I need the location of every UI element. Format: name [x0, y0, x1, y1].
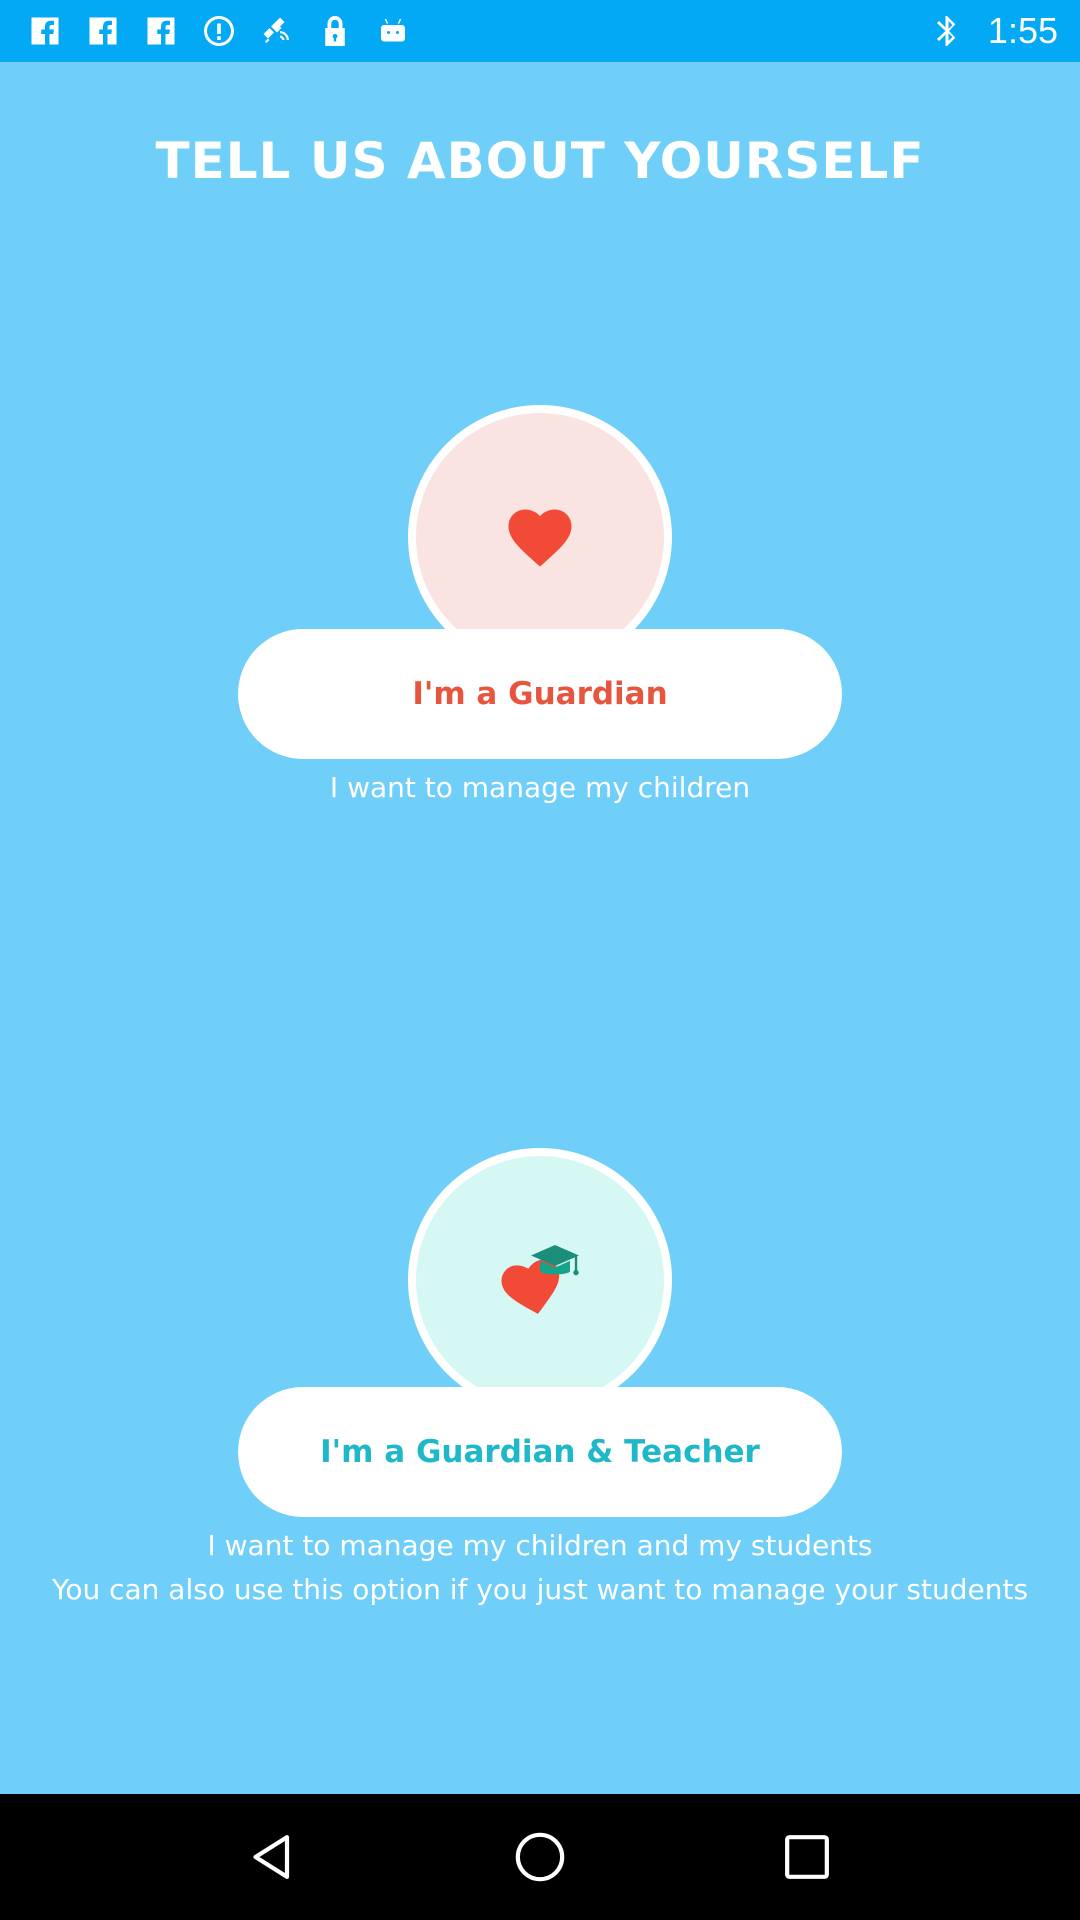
page-title: TELL US ABOUT YOURSELF — [155, 132, 925, 190]
satellite-fake-gps-icon — [258, 12, 296, 50]
guardian-teacher-icon-background — [416, 1156, 664, 1404]
alert-icon — [200, 12, 238, 50]
guardian-icon-background — [416, 413, 664, 661]
navigation-bar — [0, 1794, 1080, 1920]
back-icon[interactable] — [228, 1812, 318, 1902]
guardian-teacher-button[interactable]: I'm a Guardian & Teacher — [238, 1387, 842, 1517]
home-icon[interactable] — [495, 1812, 585, 1902]
status-time: 1:55 — [987, 10, 1058, 51]
android-icon — [374, 12, 412, 50]
recents-icon[interactable] — [762, 1812, 852, 1902]
lock-icon — [316, 12, 354, 50]
guardian-description: I want to manage my children — [0, 766, 1080, 810]
facebook-icon — [142, 12, 180, 50]
guardian-description-line: I want to manage my children — [329, 771, 751, 804]
bluetooth-icon — [928, 12, 966, 50]
facebook-icon — [84, 12, 122, 50]
status-right-icons: 1:55 — [928, 10, 1058, 52]
guardian-button[interactable]: I'm a Guardian — [238, 629, 842, 759]
facebook-icon — [26, 12, 64, 50]
guardian-teacher-description-line: I want to manage my children and my stud… — [207, 1529, 873, 1562]
heart-graduation-cap-icon — [498, 1238, 582, 1322]
guardian-teacher-description-line: You can also use this option if you just… — [51, 1573, 1029, 1606]
guardian-teacher-description: I want to manage my children and my stud… — [0, 1524, 1080, 1612]
guardian-teacher-icon-circle — [408, 1148, 672, 1412]
status-left-icons — [26, 12, 412, 50]
status-bar: 1:55 — [0, 0, 1080, 62]
heart-icon — [504, 503, 576, 571]
